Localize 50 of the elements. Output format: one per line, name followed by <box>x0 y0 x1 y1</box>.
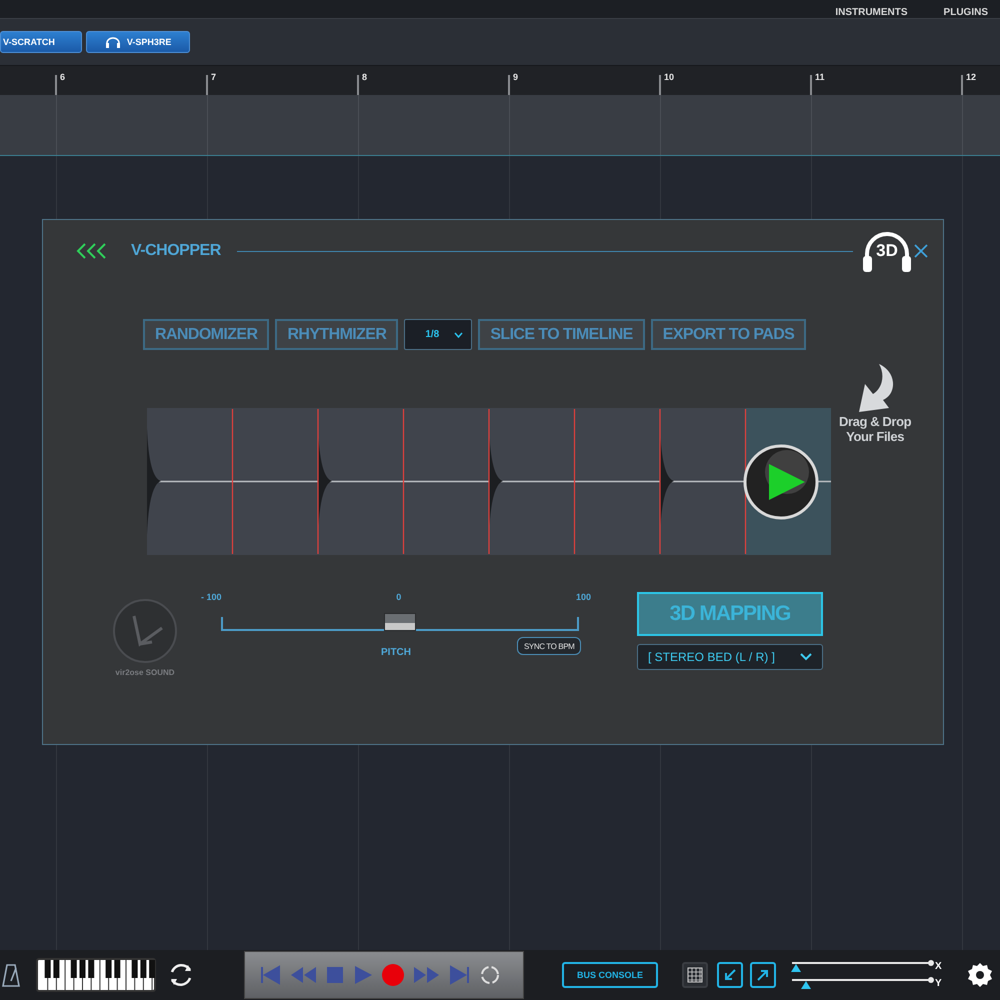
3d-label: 3D <box>876 241 898 261</box>
axis-slider[interactable] <box>792 978 932 988</box>
close-icon[interactable] <box>913 243 929 259</box>
axis-label: X <box>935 961 942 972</box>
metronome-icon[interactable] <box>2 963 20 987</box>
plugin-tab[interactable]: V-SPH3RE <box>86 31 190 53</box>
play-button[interactable] <box>743 444 819 520</box>
arrow-button[interactable] <box>717 962 743 988</box>
ruler-label: 6 <box>60 72 66 82</box>
toolbar-button[interactable]: RHYTHMIZER <box>275 319 398 350</box>
division-dropdown[interactable]: 1/8 <box>404 319 472 350</box>
piano-keyboard-icon[interactable] <box>36 958 156 992</box>
slice[interactable] <box>318 408 404 555</box>
grid-icon <box>687 967 703 983</box>
logo-icon <box>112 598 178 664</box>
arrow-button[interactable] <box>750 962 776 988</box>
slice[interactable] <box>489 408 574 555</box>
settings-icon[interactable] <box>966 961 994 989</box>
toolbar-button[interactable]: EXPORT TO PADS <box>650 319 806 350</box>
slider-thumb[interactable] <box>801 980 811 988</box>
logo-text: vir2ose SOUND <box>115 668 175 677</box>
ruler-label: 11 <box>815 72 825 82</box>
grid-button[interactable] <box>682 962 708 988</box>
headphones-icon <box>104 36 121 48</box>
drop-hint: Drag & Drop Your Files <box>839 414 912 444</box>
slider-thumb[interactable] <box>384 613 416 631</box>
pitch-label: PITCH <box>381 647 411 658</box>
bus-console-button[interactable]: BUS CONSOLE <box>562 962 658 988</box>
toolbar-button[interactable]: RANDOMIZER <box>143 319 270 350</box>
ruler-label: 7 <box>211 72 216 82</box>
slice[interactable] <box>660 408 746 555</box>
menu-item[interactable]: PLUGINS <box>944 7 988 18</box>
slider-min-label: - 100 <box>201 592 222 602</box>
menu-item[interactable]: INSTRUMENTS <box>835 7 908 18</box>
slider-max-label: 100 <box>576 592 591 602</box>
chevron-down-icon <box>454 332 464 338</box>
arrow-up-right-icon <box>756 968 770 982</box>
ruler-label: 8 <box>362 72 368 82</box>
chevron-down-icon <box>800 653 812 661</box>
arrow-down-left-icon <box>723 968 737 982</box>
ruler-label: 12 <box>966 72 976 82</box>
output-dropdown[interactable]: [ STEREO BED (L / R) ] <box>637 644 823 670</box>
ruler-label: 9 <box>513 72 518 82</box>
ruler-label: 10 <box>664 72 674 82</box>
plugin-tab[interactable]: V-SCRATCH <box>0 31 82 53</box>
sync-button[interactable]: SYNC TO BPM <box>517 637 582 655</box>
axis-label: Y <box>935 978 942 989</box>
slider-mid-label: 0 <box>396 592 402 602</box>
window-title: V-CHOPPER <box>131 242 221 260</box>
toolbar-button[interactable]: SLICE TO TIMELINE <box>478 319 645 350</box>
